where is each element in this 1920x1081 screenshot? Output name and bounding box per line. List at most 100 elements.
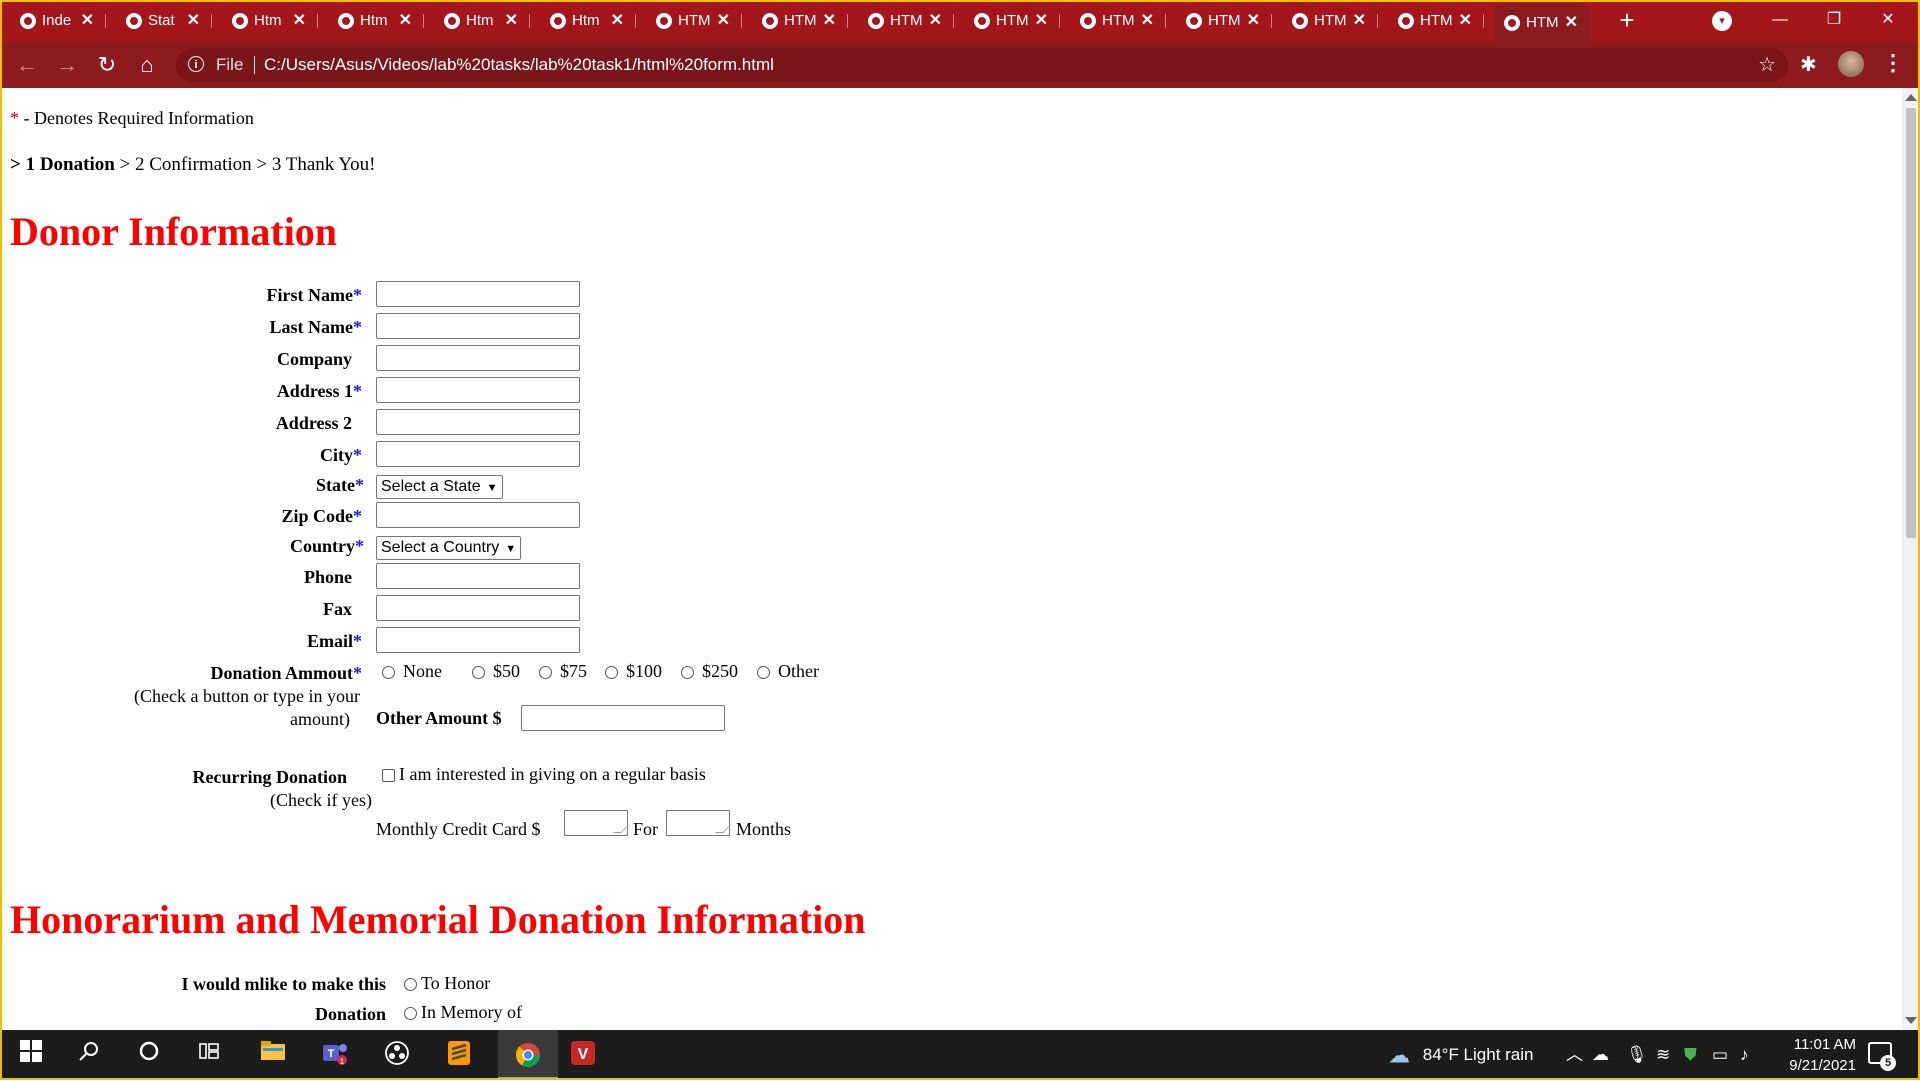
tab-close-icon[interactable]: ✕	[717, 6, 730, 36]
browser-tab[interactable]: Htm ✕	[540, 6, 636, 36]
tab-title: Stat	[148, 12, 175, 29]
scroll-thumb[interactable]	[1906, 108, 1916, 538]
state-select[interactable]: Select a State ▼	[376, 475, 503, 499]
tab-close-icon[interactable]: ✕	[929, 6, 942, 36]
tab-close-icon[interactable]: ✕	[1035, 6, 1048, 36]
menu-icon[interactable]: ⋮	[1882, 50, 1904, 76]
months-count-input[interactable]	[666, 810, 730, 836]
new-tab-button[interactable]: +	[1612, 6, 1642, 36]
microphone-icon[interactable]: 🎙	[1626, 1030, 1648, 1080]
donation-option-other[interactable]: Other	[757, 661, 819, 682]
security-shield-icon[interactable]: ⛊	[1684, 1030, 1697, 1080]
tab-close-icon[interactable]: ✕	[1565, 4, 1578, 42]
url-text[interactable]: C:/Users/Asus/Videos/lab%20tasks/lab%20t…	[264, 48, 774, 82]
tab-close-icon[interactable]: ✕	[1141, 6, 1154, 36]
close-window-button[interactable]: ✕	[1868, 6, 1908, 34]
tab-close-icon[interactable]: ✕	[1459, 6, 1472, 36]
browser-tab[interactable]: HTM ✕	[752, 6, 848, 36]
phone-input[interactable]	[376, 563, 580, 589]
system-clock[interactable]: 11:01 AM 9/21/2021	[1766, 1034, 1856, 1076]
obs-icon[interactable]	[382, 1040, 412, 1070]
state-label: State*	[316, 475, 364, 495]
city-input[interactable]	[376, 441, 580, 467]
browser-tab[interactable]: HTM ✕	[1388, 6, 1484, 36]
donation-option-75[interactable]: $75	[539, 661, 587, 682]
onedrive-icon[interactable]: ☁	[1592, 1030, 1609, 1080]
recurring-checkbox[interactable]: I am interested in giving on a regular b…	[382, 764, 706, 785]
tab-close-icon[interactable]: ✕	[505, 6, 518, 36]
page-scrollbar[interactable]	[1902, 88, 1920, 1030]
home-icon[interactable]: ⌂	[132, 50, 162, 80]
teams-icon[interactable]: T1	[320, 1040, 350, 1070]
browser-tab[interactable]: Stat ✕	[116, 6, 212, 36]
tab-close-icon[interactable]: ✕	[1247, 6, 1260, 36]
scroll-down-icon[interactable]	[1905, 1017, 1917, 1024]
tab-separator	[1483, 14, 1484, 28]
tab-close-icon[interactable]: ✕	[293, 6, 306, 36]
bookmark-star-icon[interactable]: ☆	[1758, 48, 1776, 82]
tab-close-icon[interactable]: ✕	[823, 6, 836, 36]
other-amount-input[interactable]	[521, 705, 725, 731]
donation-hint-2: amount)	[290, 709, 350, 729]
browser-tab[interactable]: Htm ✕	[328, 6, 424, 36]
battery-icon[interactable]: ▭	[1712, 1030, 1728, 1080]
tab-close-icon[interactable]: ✕	[187, 6, 200, 36]
honor-option-to-honor[interactable]: To Honor	[404, 973, 490, 994]
file-explorer-icon[interactable]	[258, 1040, 288, 1070]
minimize-button[interactable]: —	[1760, 6, 1800, 34]
chrome-icon[interactable]	[498, 1030, 558, 1080]
honor-option-memory[interactable]: In Memory of	[404, 1002, 522, 1023]
browser-tab[interactable]: HTM ✕	[1176, 6, 1272, 36]
tab-close-icon[interactable]: ✕	[1353, 6, 1366, 36]
vivaldi-icon[interactable]: V	[568, 1040, 598, 1070]
last-name-input[interactable]	[376, 313, 580, 339]
task-view-icon[interactable]	[194, 1040, 224, 1070]
browser-tab[interactable]: Inde ✕	[10, 6, 106, 36]
browser-tab[interactable]: HTM ✕	[1494, 4, 1590, 42]
country-select[interactable]: Select a Country ▼	[376, 536, 522, 560]
forward-icon[interactable]: →	[52, 50, 82, 80]
sublime-text-icon[interactable]	[444, 1040, 474, 1070]
donation-option-100[interactable]: $100	[605, 661, 662, 682]
tab-close-icon[interactable]: ✕	[611, 6, 624, 36]
windows-start-icon[interactable]	[16, 1040, 46, 1070]
info-icon[interactable]: i	[188, 56, 204, 72]
maximize-button[interactable]: ❐	[1814, 6, 1854, 34]
tab-search-button[interactable]: ▾	[1712, 11, 1732, 31]
company-input[interactable]	[376, 345, 580, 371]
search-icon[interactable]	[74, 1040, 104, 1070]
tab-close-icon[interactable]: ✕	[399, 6, 412, 36]
address2-input[interactable]	[376, 409, 580, 435]
browser-tab[interactable]: Htm ✕	[434, 6, 530, 36]
email-input[interactable]	[376, 627, 580, 653]
browser-tab[interactable]: HTM ✕	[858, 6, 954, 36]
volume-icon[interactable]: ♪	[1740, 1030, 1749, 1080]
cortana-icon[interactable]	[134, 1040, 164, 1070]
first-name-input[interactable]	[376, 281, 580, 307]
monthly-amount-input[interactable]	[564, 810, 628, 836]
donation-option-50[interactable]: $50	[472, 661, 520, 682]
back-icon[interactable]: ←	[12, 50, 42, 80]
scroll-up-icon[interactable]	[1905, 94, 1917, 101]
reload-icon[interactable]: ↻	[92, 50, 122, 80]
profile-avatar[interactable]	[1838, 51, 1864, 77]
address1-input[interactable]	[376, 377, 580, 403]
browser-tab[interactable]: HTM ✕	[964, 6, 1060, 36]
chevron-down-icon: ▼	[486, 482, 498, 494]
fax-input[interactable]	[376, 595, 580, 621]
tray-chevron-icon[interactable]: ︿	[1566, 1030, 1583, 1080]
browser-tab[interactable]: HTM ✕	[1070, 6, 1166, 36]
zip-input[interactable]	[376, 502, 580, 528]
wifi-icon[interactable]: ≋	[1656, 1030, 1670, 1080]
extensions-icon[interactable]: ✱	[1800, 52, 1817, 77]
browser-tab[interactable]: HTM ✕	[646, 6, 742, 36]
donation-option-none[interactable]: None	[382, 661, 442, 682]
donation-option-250[interactable]: $250	[681, 661, 738, 682]
email-label: Email*	[306, 631, 362, 651]
browser-tab[interactable]: HTM ✕	[1282, 6, 1378, 36]
tab-title: HTM	[678, 12, 711, 29]
address-bar[interactable]: i File C:/Users/Asus/Videos/lab%20tasks/…	[176, 48, 1788, 82]
browser-tab[interactable]: Htm ✕	[222, 6, 318, 36]
tab-close-icon[interactable]: ✕	[81, 6, 94, 36]
weather-widget[interactable]: ☁ 84°F Light rain	[1388, 1030, 1533, 1081]
